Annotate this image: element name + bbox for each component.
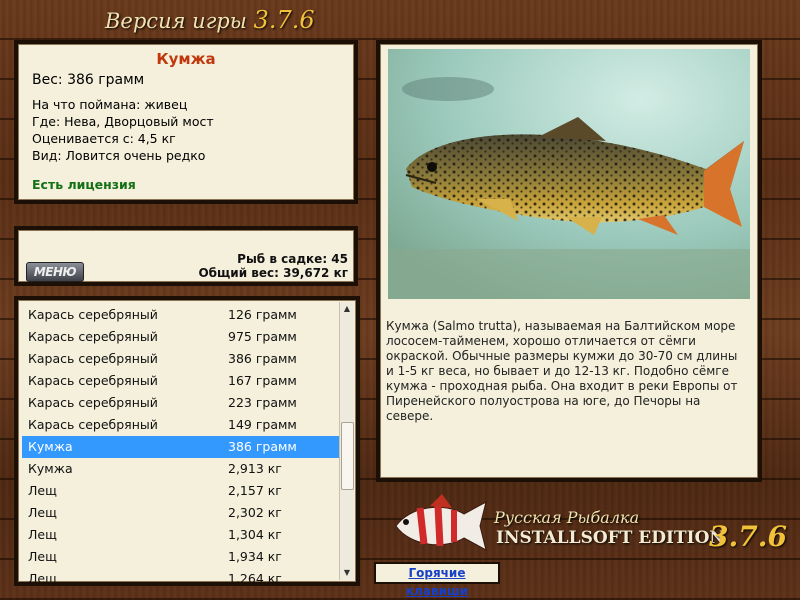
logo-title: Русская Рыбалка xyxy=(494,508,640,527)
list-item[interactable]: Лещ 2,302 кг xyxy=(22,502,339,524)
list-item[interactable]: Карась серебряный 223 грамм xyxy=(22,392,339,414)
fish-photo xyxy=(388,49,750,299)
list-item-name: Лещ xyxy=(28,527,57,542)
list-item[interactable]: Лещ 1,934 кг xyxy=(22,546,339,568)
catch-list[interactable]: Карась серебряный 126 грамм Карась серебря… xyxy=(14,296,360,586)
list-item-weight: 126 грамм xyxy=(228,307,297,322)
fish-rarity: Вид: Ловится очень редко xyxy=(32,148,206,163)
list-item-name: Лещ xyxy=(28,483,57,498)
list-item[interactable]: Карась серебряный 149 грамм xyxy=(22,414,339,436)
list-item-weight: 1,934 кг xyxy=(228,549,282,564)
list-item-weight: 1,304 кг xyxy=(228,527,282,542)
list-item[interactable]: Лещ 2,157 кг xyxy=(22,480,339,502)
fish-description: Кумжа (Salmo trutta), называемая на Балт… xyxy=(386,319,738,423)
logo-edition: INSTALLSOFT EDITION xyxy=(496,528,725,548)
catch-location: Где: Нева, Дворцовый мост xyxy=(32,114,214,129)
list-item-name: Карась серебряный xyxy=(28,417,158,432)
list-item[interactable]: Кумжа 386 грамм xyxy=(22,436,339,458)
trout-illustration xyxy=(388,49,750,299)
list-item-name: Карась серебряный xyxy=(28,373,158,388)
list-item-name: Карась серебряный xyxy=(28,329,158,344)
logo-version: 3.7.6 xyxy=(709,520,787,553)
list-item-weight: 975 грамм xyxy=(228,329,297,344)
scroll-down-arrow-icon[interactable]: ▼ xyxy=(340,566,354,580)
list-item-name: Лещ xyxy=(28,505,57,520)
keepnet-status-panel: МЕНЮ Рыб в садке: 45 Общий вес: 39,672 к… xyxy=(14,226,358,286)
list-item-name: Лещ xyxy=(28,571,57,586)
list-item[interactable]: Карась серебряный 167 грамм xyxy=(22,370,339,392)
list-item[interactable]: Карась серебряный 386 грамм xyxy=(22,348,339,370)
scrollbar[interactable]: ▲ ▼ xyxy=(339,302,354,580)
list-item-name: Карась серебряный xyxy=(28,395,158,410)
valued-from: Оценивается с: 4,5 кг xyxy=(32,131,176,146)
version-number: 3.7.6 xyxy=(253,6,315,34)
catch-list-rows: Карась серебряный 126 грамм Карась серебря… xyxy=(22,304,339,586)
total-weight: Общий вес: 39,672 кг xyxy=(198,266,348,280)
fish-count: Рыб в садке: 45 xyxy=(237,252,348,266)
license-status: Есть лицензия xyxy=(32,177,136,192)
menu-button[interactable]: МЕНЮ xyxy=(26,262,84,282)
fish-weight: Вес: 386 грамм xyxy=(32,72,145,88)
version-label: Версия игры xyxy=(105,9,247,33)
list-item[interactable]: Кумжа 2,913 кг xyxy=(22,458,339,480)
hotkeys-button[interactable]: Горячие клавиши xyxy=(374,562,500,598)
list-item-name: Кумжа xyxy=(28,461,73,476)
list-item[interactable]: Лещ 1,304 кг xyxy=(22,524,339,546)
list-item-weight: 2,157 кг xyxy=(228,483,282,498)
fish-info-panel: Кумжа Вес: 386 грамм На что поймана: жив… xyxy=(14,40,358,204)
caught-on: На что поймана: живец xyxy=(32,97,188,112)
list-item[interactable]: Карась серебряный 126 грамм xyxy=(22,304,339,326)
list-item-weight: 386 грамм xyxy=(228,439,297,454)
fish-photo-panel: Кумжа (Salmo trutta), называемая на Балт… xyxy=(376,40,762,482)
scrollbar-thumb[interactable] xyxy=(341,422,354,490)
game-version-title: Версия игры 3.7.6 xyxy=(105,6,315,36)
list-item-name: Карась серебряный xyxy=(28,351,158,366)
list-item[interactable]: Карась серебряный 975 грамм xyxy=(22,326,339,348)
list-item-weight: 167 грамм xyxy=(228,373,297,388)
list-item-weight: 1,264 кг xyxy=(228,571,282,586)
list-item-name: Кумжа xyxy=(28,439,73,454)
list-item-weight: 223 грамм xyxy=(228,395,297,410)
list-item-weight: 386 грамм xyxy=(228,351,297,366)
list-item-name: Лещ xyxy=(28,549,57,564)
fish-name: Кумжа xyxy=(156,50,216,68)
list-item-weight: 149 грамм xyxy=(228,417,297,432)
list-item-name: Карась серебряный xyxy=(28,307,158,322)
scroll-up-arrow-icon[interactable]: ▲ xyxy=(340,302,354,316)
list-item[interactable]: Лещ 1,264 кг xyxy=(22,568,339,586)
list-item-weight: 2,913 кг xyxy=(228,461,282,476)
logo-fish-icon xyxy=(395,494,487,551)
list-item-weight: 2,302 кг xyxy=(228,505,282,520)
